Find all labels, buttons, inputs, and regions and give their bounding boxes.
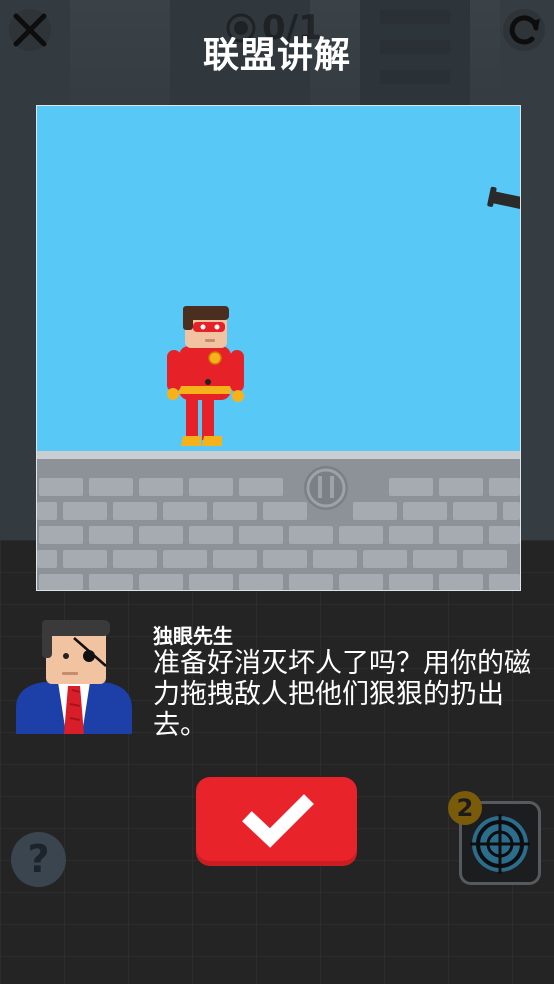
avatar xyxy=(16,620,132,734)
page-title: 联盟讲解 xyxy=(202,35,351,76)
dialog-text: 准备好消灭坏人了吗？用你的磁力拖拽敌人把他们狠狠的扔出去。 xyxy=(153,648,531,741)
drain-grate-icon xyxy=(304,466,348,510)
brick-wall-background xyxy=(0,540,554,984)
tutorial-scene-panel xyxy=(36,105,521,591)
stone-wall xyxy=(37,451,520,590)
speaker-name: 独眼先生 xyxy=(153,624,233,648)
help-button[interactable]: ? xyxy=(11,832,66,887)
confirm-button[interactable] xyxy=(196,777,357,866)
gun-barrel-icon xyxy=(487,186,520,209)
checkmark-icon xyxy=(242,794,314,848)
powerup-count-badge: 2 xyxy=(448,791,482,825)
superhero-character xyxy=(167,306,244,446)
